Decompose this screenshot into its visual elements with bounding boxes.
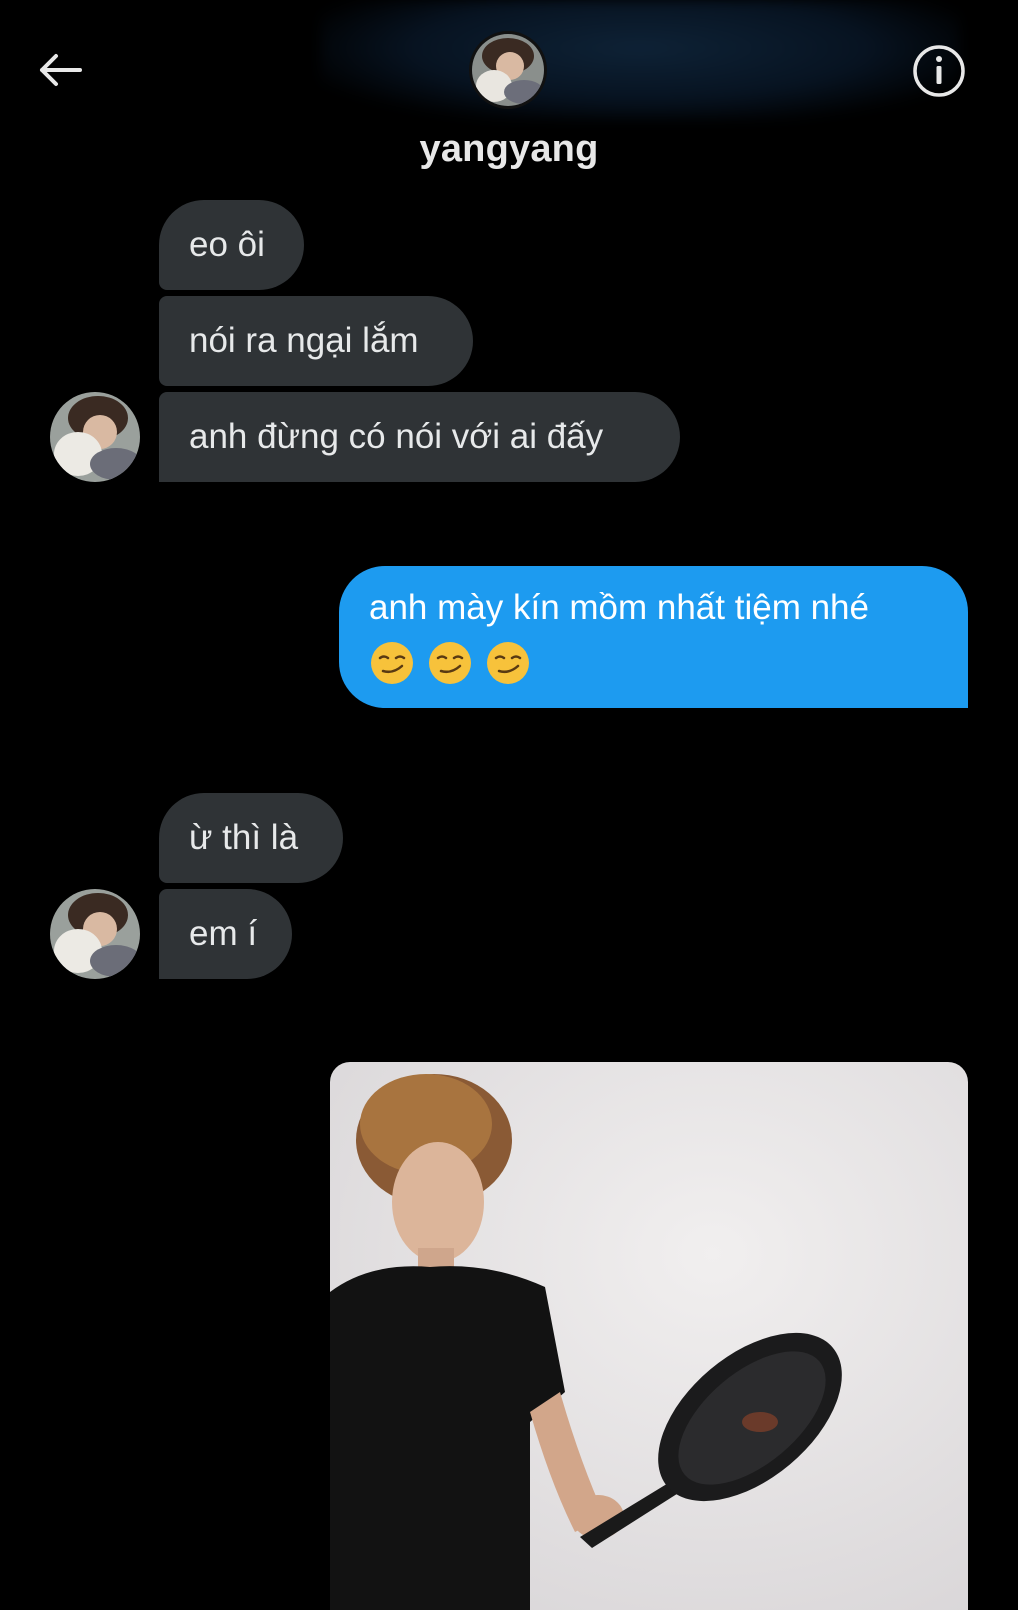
sender-avatar[interactable] xyxy=(50,889,140,979)
sender-avatar[interactable] xyxy=(50,392,140,482)
sent-image-message[interactable] xyxy=(330,1062,968,1610)
smirk-emoji-icon xyxy=(429,642,471,684)
conversation-title: yangyang xyxy=(419,128,599,170)
received-message[interactable]: eo ôi xyxy=(159,200,304,290)
header-avatar[interactable] xyxy=(472,34,544,106)
message-text: ừ thì là xyxy=(189,818,299,857)
avatar-image xyxy=(472,34,544,106)
received-message[interactable]: anh đừng có nói với ai đấy xyxy=(159,392,680,482)
message-text: nói ra ngại lắm xyxy=(189,321,419,360)
info-button[interactable] xyxy=(912,44,966,98)
received-message[interactable]: nói ra ngại lắm xyxy=(159,296,473,386)
received-message[interactable]: ừ thì là xyxy=(159,793,343,883)
header-glow xyxy=(320,0,960,120)
smirk-emoji-icon xyxy=(371,642,413,684)
avatar-image xyxy=(50,392,140,482)
avatar-image xyxy=(50,889,140,979)
arrow-left-icon xyxy=(40,54,82,86)
smirk-emoji-icon xyxy=(487,642,529,684)
info-circle-icon xyxy=(913,45,965,97)
photo-image xyxy=(330,1062,968,1610)
emoji-row xyxy=(369,640,938,686)
message-text: eo ôi xyxy=(189,225,265,264)
message-text: anh mày kín mồm nhất tiệm nhé xyxy=(369,588,869,627)
received-message[interactable]: em í xyxy=(159,889,292,979)
message-text: em í xyxy=(189,914,258,953)
back-button[interactable] xyxy=(34,48,84,92)
sent-message[interactable]: anh mày kín mồm nhất tiệm nhé xyxy=(339,566,968,708)
message-text: anh đừng có nói với ai đấy xyxy=(189,417,604,456)
